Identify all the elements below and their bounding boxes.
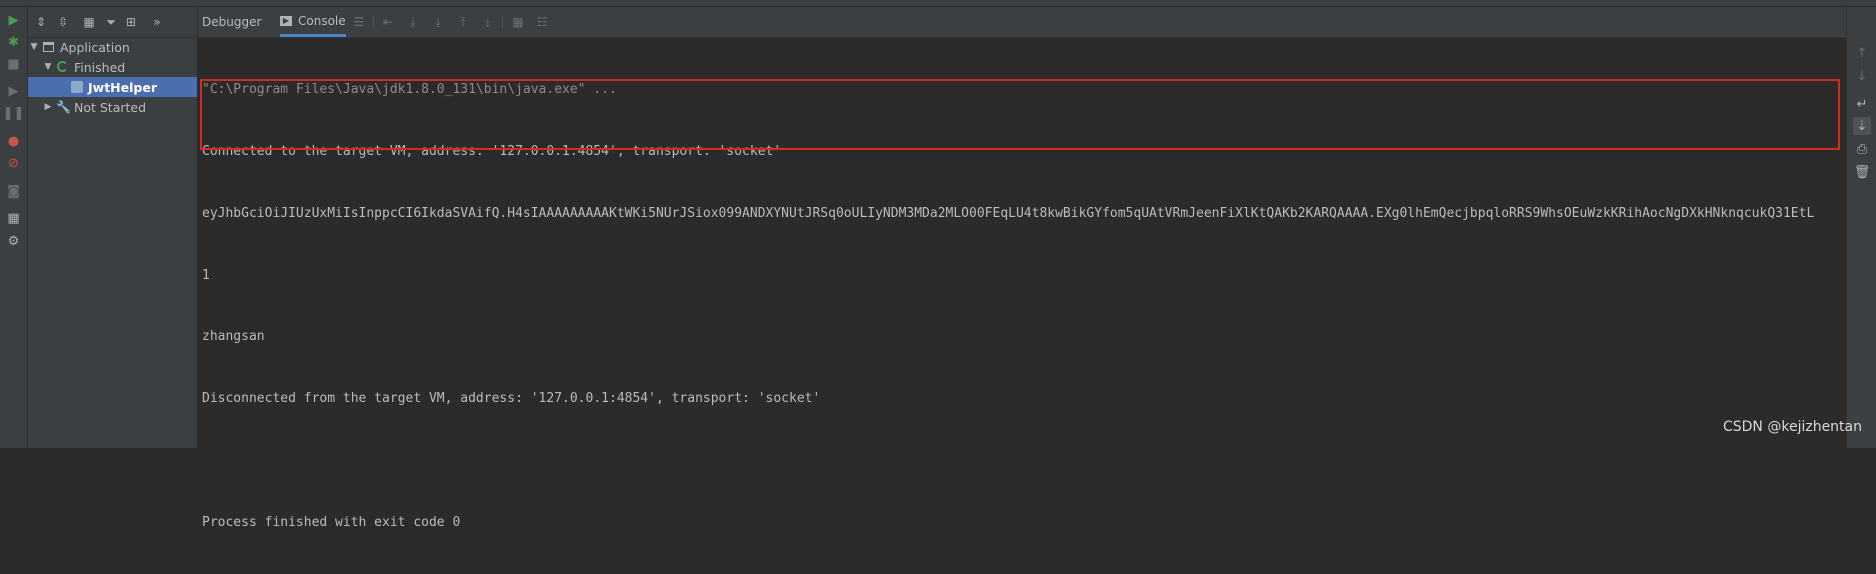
run-to-cursor-icon[interactable]: ⤈	[480, 14, 496, 30]
group-by-icon[interactable]: ▦	[80, 13, 98, 31]
tree-item-label: JwtHelper	[88, 79, 157, 95]
rerun-icon	[56, 60, 70, 74]
wrench-icon: 🔧	[56, 100, 71, 114]
settings-icon[interactable]: ⚙	[5, 233, 22, 250]
right-toolbar: ↑ ↓ ↵ ⇣ ⎙ 🗑	[1846, 7, 1876, 448]
expand-arrow-icon[interactable]: ▼	[28, 42, 40, 52]
mute-breakpoints-icon[interactable]: ⊘	[5, 155, 22, 172]
tree-toolbar: ⇕ ⇳ ▦ ⏷ ⊞ »	[28, 7, 197, 38]
expand-all-icon[interactable]: ⇕	[32, 13, 50, 31]
trash-icon[interactable]: 🗑	[1853, 163, 1871, 181]
application-icon	[42, 40, 56, 54]
console-line: eyJhbGciOiJIUzUxMiIsInppcCI6IkdaSVAifQ.H…	[202, 205, 1815, 221]
tree-item-finished[interactable]: ▼ Finished	[28, 57, 197, 77]
collapse-arrow-icon[interactable]: ▶	[42, 102, 54, 112]
left-toolbar: ▶ ✱ ■ ▶ ❚❚ ● ⊘ ◙ ▦ ⚙	[0, 7, 28, 448]
tree-item-application[interactable]: ▼ Application	[28, 37, 197, 57]
layout-icon[interactable]: ▦	[5, 210, 22, 227]
tab-label: Debugger	[202, 15, 262, 29]
camera-icon[interactable]: ◙	[5, 183, 22, 200]
tree-item-label: Application	[60, 39, 130, 55]
toolbar-separator	[373, 16, 374, 28]
step-over-icon[interactable]: ⤓	[405, 14, 421, 30]
tree-item-label: Not Started	[74, 99, 147, 115]
more-chevron-icon[interactable]: »	[148, 13, 166, 31]
console-line: 1	[202, 267, 210, 283]
print-icon[interactable]: ⎙	[1853, 140, 1871, 158]
java-class-icon	[70, 80, 84, 94]
tabs-bar: Debugger ▶ Console ☰ ⇤ ⤓ ⤓ ⤒ ⤈ ▦ ☷	[198, 7, 1846, 38]
console-panel: Debugger ▶ Console ☰ ⇤ ⤓ ⤓ ⤒ ⤈ ▦ ☷ "C:\P…	[198, 7, 1846, 530]
watermark: CSDN @kejizhentan	[1722, 419, 1862, 435]
collapse-all-icon[interactable]: ⇳	[54, 13, 72, 31]
console-line: Process finished with exit code 0	[202, 514, 461, 530]
stop-icon[interactable]: ■	[5, 56, 22, 73]
step-out-icon[interactable]: ⤒	[455, 14, 471, 30]
console-line: Disconnected from the target VM, address…	[202, 391, 821, 407]
tree-item-not-started[interactable]: ▶ 🔧 Not Started	[28, 97, 197, 117]
add-service-icon[interactable]: ⊞	[122, 13, 140, 31]
soft-wrap-icon[interactable]: ↵	[1853, 95, 1871, 113]
trace-icon[interactable]: ☷	[534, 14, 550, 30]
highlight-box	[200, 79, 1840, 150]
debug-icon[interactable]: ✱	[5, 34, 22, 51]
tab-label: Console	[298, 13, 346, 28]
up-arrow-icon[interactable]: ↑	[1853, 44, 1871, 62]
expand-arrow-icon[interactable]: ▼	[42, 62, 54, 72]
console-tab-icon: ▶	[280, 15, 292, 26]
toolbar-separator	[502, 16, 503, 28]
filter-icon[interactable]: ⏷	[102, 13, 120, 31]
tree-item-jwthelper[interactable]: JwtHelper	[28, 77, 197, 97]
scroll-to-end-icon[interactable]: ⇣	[1853, 117, 1871, 135]
resume-icon[interactable]: ▶	[5, 83, 22, 100]
run-icon[interactable]: ▶	[5, 12, 22, 29]
tree-item-label: Finished	[74, 59, 126, 75]
tab-console[interactable]: ▶ Console	[280, 7, 346, 37]
pause-icon[interactable]: ❚❚	[3, 105, 25, 122]
tab-debugger[interactable]: Debugger	[202, 7, 261, 37]
step-into-icon[interactable]: ⤓	[430, 14, 446, 30]
view-breakpoints-icon[interactable]: ●	[5, 133, 22, 150]
down-arrow-icon[interactable]: ↓	[1853, 67, 1871, 85]
console-line: zhangsan	[202, 329, 265, 345]
console-line: ​	[202, 451, 1842, 472]
evaluate-expression-icon[interactable]: ▦	[510, 14, 526, 30]
show-execution-point-icon[interactable]: ⇤	[380, 14, 396, 30]
window-title-bar	[0, 0, 1876, 7]
services-tree-panel: ⇕ ⇳ ▦ ⏷ ⊞ » ▼ Application ▼ Finished Jwt…	[28, 7, 198, 448]
list-icon[interactable]: ☰	[351, 14, 367, 30]
